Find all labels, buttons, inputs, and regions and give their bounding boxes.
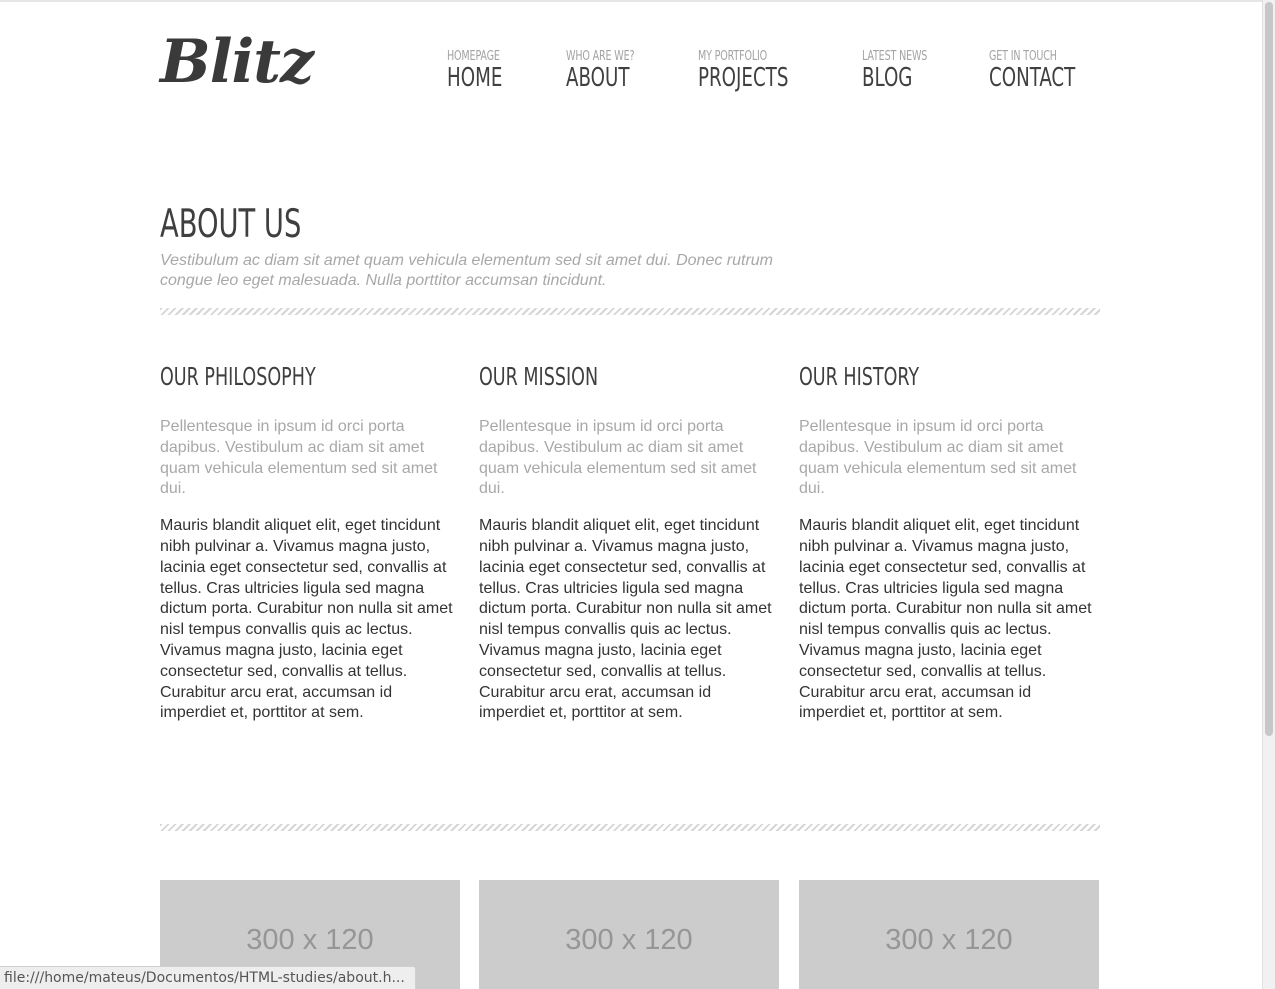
nav-item-projects[interactable]: MY PORTFOLIO PROJECTS — [698, 49, 814, 92]
nav-item-home[interactable]: HOMEPAGE HOME — [447, 49, 518, 92]
column-history: OUR HISTORY Pellentesque in ipsum id orc… — [799, 362, 1099, 724]
column-title: OUR MISSION — [479, 362, 599, 391]
nav-item-contact[interactable]: GET IN TOUCH CONTACT — [989, 49, 1100, 92]
main-nav: HOMEPAGE HOME WHO ARE WE? ABOUT MY PORTF… — [447, 49, 1100, 92]
column-mission: OUR MISSION Pellentesque in ipsum id orc… — [479, 362, 779, 724]
column-title: OUR HISTORY — [799, 362, 920, 391]
placeholder-image: 300 x 120 — [799, 880, 1099, 989]
column-philosophy: OUR PHILOSOPHY Pellentesque in ipsum id … — [160, 362, 460, 724]
column-intro: Pellentesque in ipsum id orci porta dapi… — [799, 418, 1077, 498]
hatched-divider — [160, 824, 1100, 831]
hatched-divider — [160, 308, 1100, 315]
nav-item-label: BLOG — [861, 63, 913, 93]
column-body: Mauris blandit aliquet elit, eget tincid… — [160, 517, 453, 722]
placeholder-image: 300 x 120 — [479, 880, 779, 989]
nav-item-label: PROJECTS — [697, 63, 789, 93]
site-logo[interactable]: Blitz — [160, 30, 314, 94]
column-intro: Pellentesque in ipsum id orci porta dapi… — [160, 418, 438, 498]
top-border — [0, 0, 1263, 2]
nav-item-blog[interactable]: LATEST NEWS BLOG — [862, 49, 942, 92]
column-intro: Pellentesque in ipsum id orci porta dapi… — [479, 418, 757, 498]
nav-item-label: ABOUT — [566, 63, 630, 93]
page-title: ABOUT US — [160, 202, 302, 247]
nav-item-label: CONTACT — [989, 63, 1076, 93]
nav-item-label: HOME — [447, 63, 503, 93]
page-lead: Vestibulum ac diam sit amet quam vehicul… — [160, 252, 774, 289]
column-body: Mauris blandit aliquet elit, eget tincid… — [799, 517, 1092, 722]
browser-status-url: file:///home/mateus/Documentos/HTML-stud… — [0, 966, 416, 989]
vertical-scrollbar[interactable] — [1262, 0, 1275, 989]
scrollbar-thumb[interactable] — [1265, 2, 1273, 736]
nav-item-about[interactable]: WHO ARE WE? ABOUT — [566, 49, 649, 92]
column-body: Mauris blandit aliquet elit, eget tincid… — [479, 517, 772, 722]
column-title: OUR PHILOSOPHY — [160, 362, 316, 391]
